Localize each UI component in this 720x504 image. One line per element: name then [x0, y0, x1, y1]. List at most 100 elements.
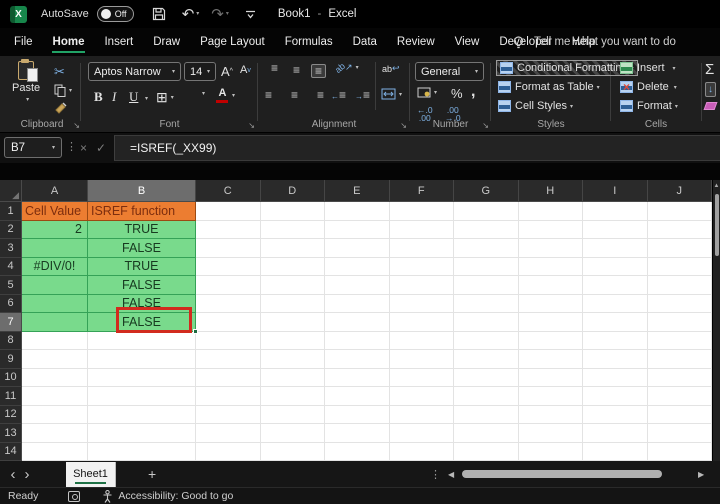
fill-button[interactable]: ↓ [705, 82, 716, 97]
cell-j12[interactable] [647, 405, 712, 424]
column-header-a[interactable]: A [22, 180, 88, 202]
cell-e11[interactable] [325, 387, 390, 406]
sheet-nav-right-icon[interactable]: › [14, 466, 40, 483]
cell-c6[interactable] [196, 294, 261, 313]
bold-button[interactable]: B [94, 89, 103, 105]
cell-e12[interactable] [325, 405, 390, 424]
tab-draw[interactable]: Draw [143, 30, 190, 55]
cell-f6[interactable] [389, 294, 454, 313]
cell-d1[interactable] [260, 202, 325, 221]
column-header-i[interactable]: I [583, 180, 648, 202]
undo-icon[interactable]: ↶ ▾ [182, 7, 200, 22]
cell-a10[interactable] [22, 368, 88, 387]
font-dialog-launcher-icon[interactable]: ↘ [248, 121, 255, 130]
number-dialog-launcher-icon[interactable]: ↘ [482, 121, 489, 130]
cell-d8[interactable] [260, 331, 325, 350]
cell-a14[interactable] [22, 442, 88, 461]
grow-font-button[interactable]: A ^ [221, 64, 233, 79]
cell-c12[interactable] [196, 405, 261, 424]
fill-color-button[interactable]: ▾ [186, 87, 205, 99]
cell-j3[interactable] [647, 239, 712, 258]
cell-b7[interactable]: FALSE [88, 307, 198, 334]
macro-record-icon[interactable] [68, 490, 81, 502]
tab-review[interactable]: Review [387, 30, 445, 55]
cell-b5[interactable]: FALSE [88, 276, 196, 295]
tab-formulas[interactable]: Formulas [275, 30, 343, 55]
align-top-button[interactable]: ≡ [267, 62, 282, 74]
cell-b13[interactable] [88, 424, 196, 443]
cell-e3[interactable] [325, 239, 390, 258]
column-header-j[interactable]: J [647, 180, 712, 202]
cell-j8[interactable] [647, 331, 712, 350]
cell-c7[interactable] [196, 313, 261, 332]
decrease-indent-button[interactable]: ←≡ [331, 89, 346, 102]
cell-f9[interactable] [389, 350, 454, 369]
cell-i11[interactable] [583, 387, 648, 406]
align-center-button[interactable]: ≡ [287, 89, 302, 101]
cell-e6[interactable] [325, 294, 390, 313]
vertical-scrollbar[interactable]: ▲ [712, 180, 720, 461]
cell-g9[interactable] [454, 350, 519, 369]
cell-a2[interactable]: 2 [22, 220, 88, 239]
cell-d5[interactable] [260, 276, 325, 295]
select-all-button[interactable]: ◢ [0, 180, 22, 202]
row-header-10[interactable]: 10 [0, 368, 22, 387]
cell-e5[interactable] [325, 276, 390, 295]
cell-e8[interactable] [325, 331, 390, 350]
cell-g7[interactable] [454, 313, 519, 332]
cell-h12[interactable] [518, 405, 583, 424]
scroll-left-icon[interactable]: ◀ [448, 470, 460, 479]
cell-b10[interactable] [88, 368, 196, 387]
orientation-chevron-icon[interactable]: ▾ [356, 64, 359, 71]
cell-j6[interactable] [647, 294, 712, 313]
row-header-5[interactable]: 5 [0, 276, 22, 295]
cell-g8[interactable] [454, 331, 519, 350]
row-header-2[interactable]: 2 [0, 220, 22, 239]
tab-view[interactable]: View [445, 30, 490, 55]
cell-e2[interactable] [325, 220, 390, 239]
fill-color-chevron-icon[interactable]: ▾ [202, 90, 205, 97]
font-color-button[interactable]: A ▾ [216, 87, 235, 103]
tab-file[interactable]: File [4, 30, 43, 55]
percent-style-button[interactable]: % [451, 86, 463, 101]
column-header-c[interactable]: C [196, 180, 261, 202]
column-header-e[interactable]: E [325, 180, 390, 202]
cell-b12[interactable] [88, 405, 196, 424]
cell-b11[interactable] [88, 387, 196, 406]
cell-i12[interactable] [583, 405, 648, 424]
sheet-tab-sheet1[interactable]: Sheet1 [66, 461, 116, 487]
cell-d11[interactable] [260, 387, 325, 406]
cell-j11[interactable] [647, 387, 712, 406]
cell-b2[interactable]: TRUE [88, 220, 196, 239]
format-painter-button[interactable] [54, 102, 67, 115]
cell-d12[interactable] [260, 405, 325, 424]
cell-i6[interactable] [583, 294, 648, 313]
cell-e9[interactable] [325, 350, 390, 369]
column-header-f[interactable]: F [389, 180, 454, 202]
copy-chevron-icon[interactable]: ▾ [69, 87, 72, 94]
cell-g2[interactable] [454, 220, 519, 239]
cell-i5[interactable] [583, 276, 648, 295]
align-middle-button[interactable]: ≡ [289, 64, 304, 76]
cell-e1[interactable] [325, 202, 390, 221]
align-left-button[interactable]: ≡ [265, 89, 280, 101]
cell-c1[interactable] [196, 202, 261, 221]
cell-c10[interactable] [196, 368, 261, 387]
tab-home[interactable]: Home [43, 30, 95, 55]
tab-page-layout[interactable]: Page Layout [190, 30, 275, 55]
cell-f13[interactable] [389, 424, 454, 443]
cell-i3[interactable] [583, 239, 648, 258]
italic-button[interactable]: I [112, 89, 116, 105]
accounting-chevron-icon[interactable]: ▾ [434, 89, 437, 96]
clipboard-dialog-launcher-icon[interactable]: ↘ [73, 121, 80, 130]
merge-center-chevron-icon[interactable]: ▾ [399, 91, 402, 98]
font-name-select[interactable]: Aptos Narrow ▾ [88, 62, 181, 81]
name-box-chevron-icon[interactable]: ▾ [52, 144, 55, 151]
cell-d10[interactable] [260, 368, 325, 387]
row-header-8[interactable]: 8 [0, 331, 22, 350]
cell-h10[interactable] [518, 368, 583, 387]
cell-j1[interactable] [647, 202, 712, 221]
cell-f11[interactable] [389, 387, 454, 406]
excel-logo-icon[interactable]: X [10, 5, 27, 23]
cell-h14[interactable] [518, 442, 583, 461]
